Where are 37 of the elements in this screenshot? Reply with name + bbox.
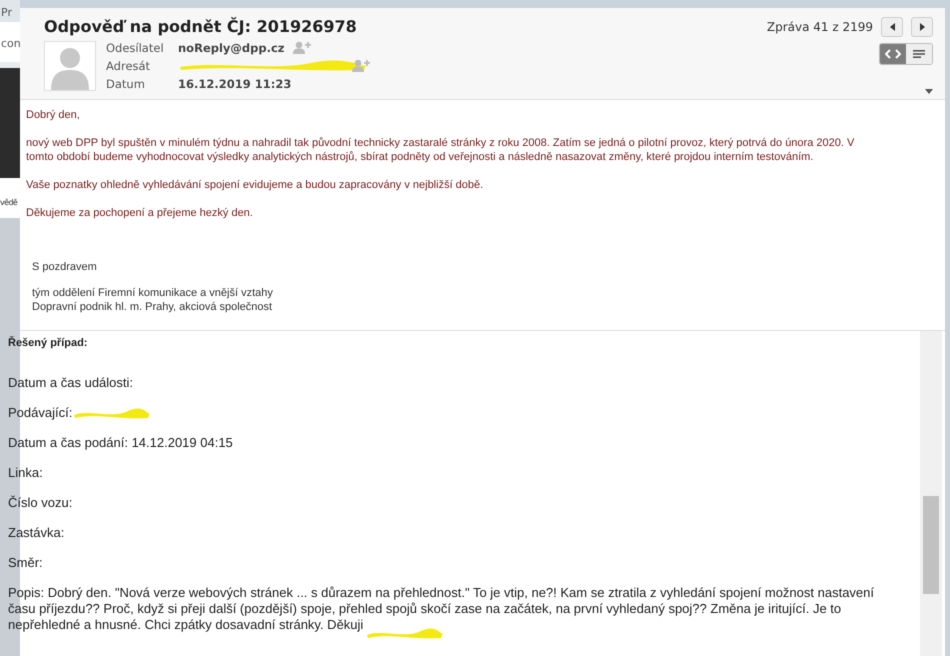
field-label: Odesílatel xyxy=(106,41,165,56)
next-button[interactable] xyxy=(911,17,933,37)
text-view-button[interactable] xyxy=(906,44,932,64)
previous-button[interactable] xyxy=(881,17,903,37)
window-text: vědě xyxy=(0,198,18,207)
message-counter: Zpráva 41 z 2199 xyxy=(766,20,873,34)
case-field: Datum a čas události: xyxy=(8,375,134,390)
message-paragraph: Vaše poznatky ohledně vyhledávání spojení evidujeme a budou zapracovány v nejbližší době. xyxy=(26,178,484,192)
message-paragraph: nový web DPP byl spuštěn v minulém týdnu a nahradil tak původní technicky zastaralé stránky z roku 2008. Zatím se jedná o pilotní provoz, který potrvá do února 2020. V tomto období budeme vyhodnocovat výsledky analytických nástrojů, sbírat podněty od veřejnosti a následně nasazovat změny, které projdou interním testováním. xyxy=(26,136,856,164)
right-triangle-icon xyxy=(918,22,926,32)
case-field: Podávající: xyxy=(8,405,72,420)
case-field: Zastávka: xyxy=(8,525,64,540)
window-text: con xyxy=(0,36,20,50)
signature-line: tým oddělení Firemní komunikace a vnější vztahy xyxy=(32,286,274,300)
field-value: 16.12.2019 11:23 xyxy=(178,76,292,91)
case-field: Směr: xyxy=(8,555,43,570)
dropdown-icon[interactable] xyxy=(925,89,933,94)
case-field: Linka: xyxy=(8,465,43,480)
case-field: Popis: Dobrý den. "Nová verze webových stránek ... s důrazem na přehlednost." To je vtip, ne?! Kam se ztratila z vyhledání spojení možnost nastavení času příjezdu?? Proč, když si přeji další (pozdější) spoje, přehled spojů skočí zase na začátek, na první vyhledaný spoj?? Změna je iritující. Je to nepřehledné a hnusné. Chci zpátky dosavadní stránky. Děkuji xyxy=(8,585,874,632)
field-label: Adresát xyxy=(106,58,152,73)
case-title: Řešený případ: xyxy=(8,337,88,349)
left-triangle-icon xyxy=(888,22,896,32)
field-label: Datum xyxy=(106,76,146,91)
field-value: noReply@dpp.cz xyxy=(178,41,284,56)
message-paragraph: Děkujeme za pochopení a přejeme hezký den. xyxy=(26,206,254,220)
case-field: Datum a čas podání: 14.12.2019 04:15 xyxy=(8,435,233,450)
case-field: Číslo vozu: xyxy=(8,495,72,510)
avatar-icon xyxy=(44,41,96,91)
code-icon xyxy=(885,49,901,59)
signature-greeting: S pozdravem xyxy=(32,260,98,274)
lines-icon xyxy=(913,49,925,59)
scrollbar[interactable] xyxy=(920,331,942,656)
message-subject: Odpověď na podnět ČJ: 201926978 xyxy=(44,17,358,36)
signature-line: Dopravní podnik hl. m. Prahy, akciová společnost xyxy=(32,300,274,314)
message-paragraph: Dobrý den, xyxy=(26,108,81,122)
tab-label: Pr xyxy=(0,4,12,18)
html-view-button[interactable] xyxy=(880,44,906,64)
